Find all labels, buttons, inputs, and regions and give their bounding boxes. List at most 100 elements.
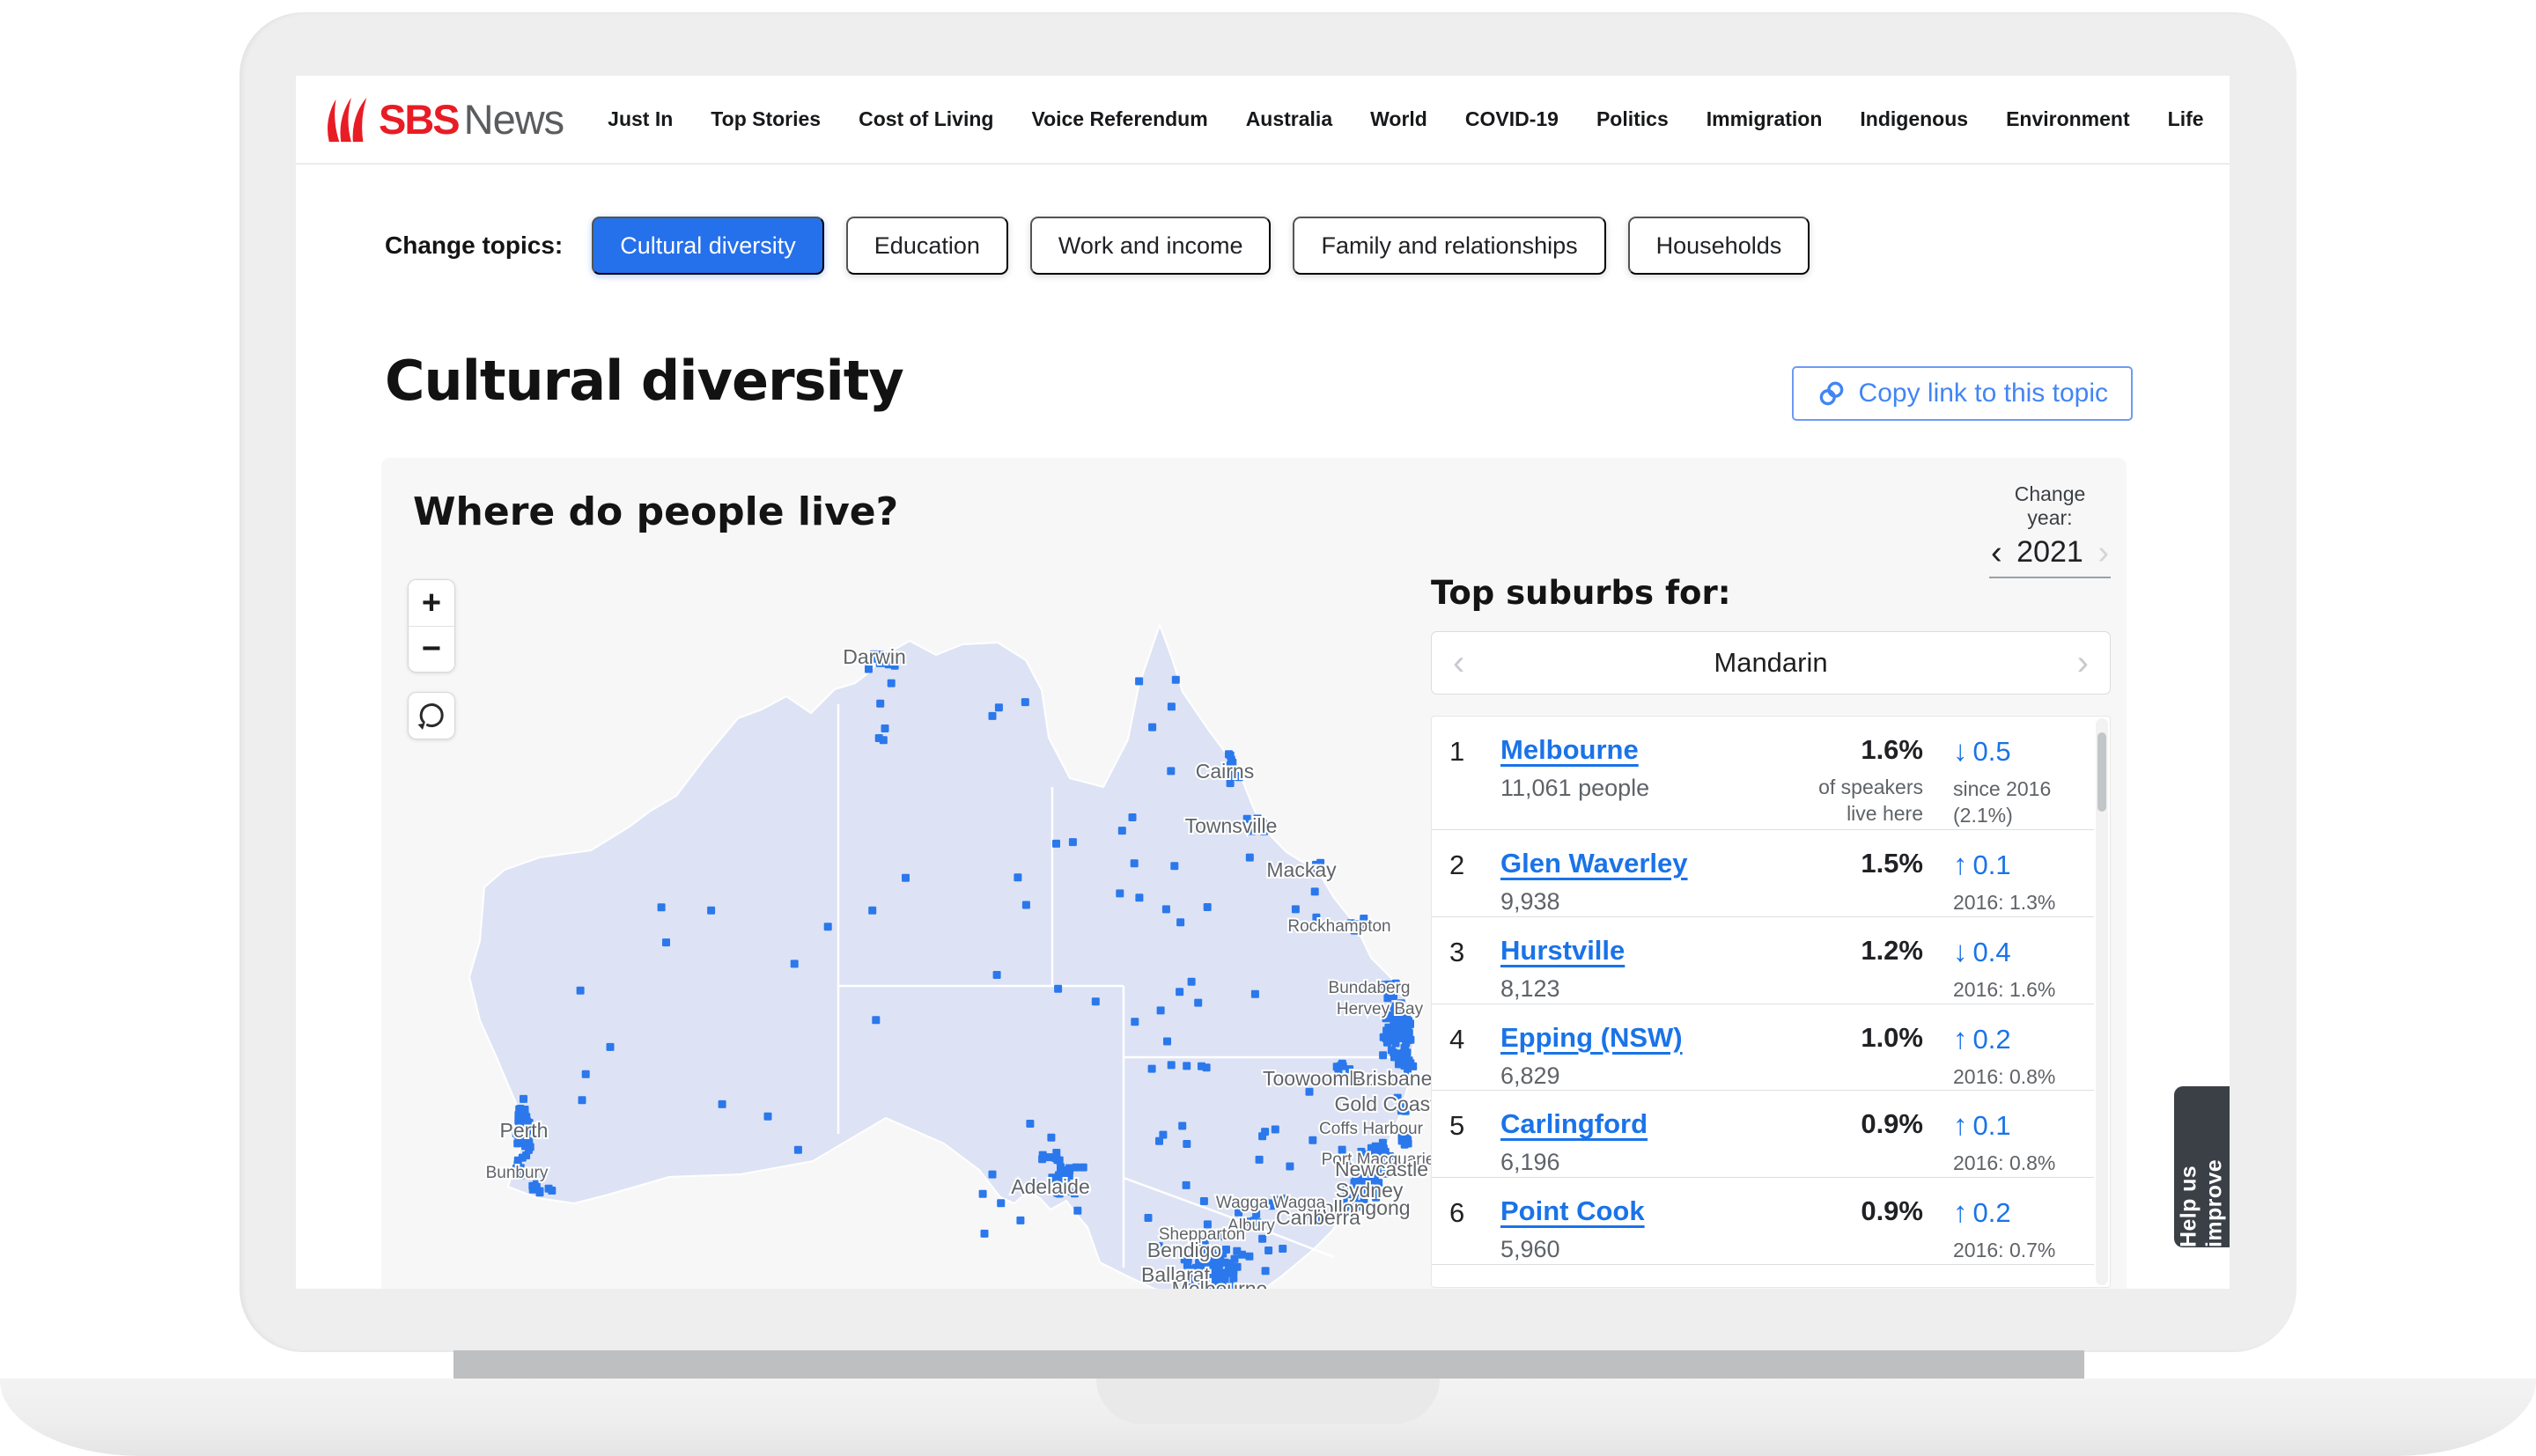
city-label-perth: Perth	[500, 1119, 549, 1142]
suburb-change-note: 2016: 1.6%	[1930, 977, 2089, 1004]
up-arrow-icon: ↑	[1953, 1022, 1968, 1055]
suburb-row-7: 7Chatswood5,9480.9%↓< 0.12016: 1.0%	[1432, 1264, 2094, 1288]
suburb-rank: 6	[1449, 1195, 1500, 1264]
change-year-label: Change year:	[1989, 482, 2111, 530]
nav-item-australia[interactable]: Australia	[1246, 107, 1332, 131]
laptop-mockup: SBS News Just In Top Stories Cost of Livin…	[0, 0, 2536, 1456]
nav-item-immigration[interactable]: Immigration	[1707, 107, 1823, 131]
year-control: Change year: ‹ 2021 ›	[1989, 482, 2111, 578]
suburb-link[interactable]: Carlingford	[1500, 1108, 1648, 1140]
up-arrow-icon: ↑	[1953, 1108, 1968, 1141]
suburb-link[interactable]: Epping (NSW)	[1500, 1022, 1683, 1054]
top-suburbs-heading: Top suburbs for:	[1431, 574, 2111, 612]
suburb-percent: 0.9%	[1798, 1108, 1930, 1140]
city-label-rockhampton: Rockhampton	[1287, 917, 1390, 936]
suburb-change: ↓0.4	[1930, 935, 2089, 968]
suburb-link[interactable]: Hurstville	[1500, 935, 1625, 967]
suburb-row-3: 3Hurstville 8,1231.2%↓0.4 2016: 1.6%	[1432, 916, 2094, 1004]
suburb-percent: 1.2%	[1798, 935, 1930, 967]
map-reset-button[interactable]	[408, 692, 455, 739]
sbs-news-logo[interactable]: SBS News	[322, 94, 564, 145]
nav-item-environment[interactable]: Environment	[2006, 107, 2130, 131]
map-zoom-in-button[interactable]: +	[409, 580, 454, 626]
year-prev-button[interactable]: ‹	[1991, 540, 2002, 565]
suburb-row-6: 6Point Cook5,9600.9%↑0.22016: 0.7%	[1432, 1177, 2094, 1264]
topic-button-family-and-relationships[interactable]: Family and relationships	[1293, 217, 1605, 275]
australia-landmass	[469, 625, 1413, 1289]
top-suburbs-panel: Top suburbs for: ‹ Mandarin › 1Melbourne…	[1431, 574, 2111, 1288]
suburb-change: ↑0.1	[1930, 1108, 2089, 1142]
nav-item-indigenous[interactable]: Indigenous	[1860, 107, 1968, 131]
suburb-change-note: since 2016 (2.1%)	[1930, 776, 2089, 829]
brand-news-text: News	[464, 95, 564, 143]
suburb-link[interactable]: Point Cook	[1500, 1195, 1645, 1227]
city-label-melbourne: Melbourne	[1172, 1277, 1268, 1289]
site-header: SBS News Just In Top Stories Cost of Livin…	[296, 76, 2230, 165]
city-label-gold-coast: Gold Coast	[1334, 1092, 1436, 1115]
nav-item-voice-referendum[interactable]: Voice Referendum	[1031, 107, 1207, 131]
scrollbar-thumb[interactable]	[2097, 732, 2106, 812]
suburb-link[interactable]: Chatswood	[1500, 1283, 1648, 1288]
suburb-rank: 7	[1449, 1283, 1500, 1288]
language-value: Mandarin	[1714, 647, 1827, 679]
topic-button-education[interactable]: Education	[846, 217, 1008, 275]
language-selector[interactable]: ‹ Mandarin ›	[1431, 631, 2111, 695]
topic-button-work-and-income[interactable]: Work and income	[1030, 217, 1272, 275]
nav-item-covid-19[interactable]: COVID-19	[1465, 107, 1559, 131]
map-zoom-out-button[interactable]: −	[409, 626, 454, 672]
where-people-live-card: Where do people live? Change year: ‹ 202…	[381, 458, 2127, 1289]
city-label-townsville: Townsville	[1185, 814, 1278, 837]
reset-view-icon	[416, 700, 447, 732]
suburb-rank: 3	[1449, 935, 1500, 1004]
city-label-brisbane: Brisbane	[1353, 1067, 1433, 1090]
suburb-row-4: 4Epping (NSW)6,8291.0%↑0.22016: 0.8%	[1432, 1004, 2094, 1091]
suburb-row-1: 1Melbourne11,061 people1.6%of speakers l…	[1432, 717, 2094, 829]
suburb-count: 6,196	[1500, 1149, 1798, 1176]
suburb-change-note: 2016: 0.8%	[1930, 1151, 2089, 1177]
australia-map[interactable]: DarwinCairnsTownsvilleMackayRockhamptonB…	[434, 606, 1438, 1289]
year-value: 2021	[2016, 535, 2083, 570]
suburb-rank: 5	[1449, 1108, 1500, 1177]
suburb-percent-note: of speakers live here	[1798, 775, 1930, 827]
suburb-percent: 1.5%	[1798, 848, 1930, 879]
year-next-button[interactable]: ›	[2097, 540, 2109, 565]
city-label-darwin: Darwin	[843, 645, 906, 668]
city-label-cairns: Cairns	[1196, 760, 1254, 783]
nav-item-politics[interactable]: Politics	[1596, 107, 1669, 131]
suburb-percent: 0.9%	[1798, 1283, 1930, 1288]
suburb-rank: 4	[1449, 1022, 1500, 1091]
map-controls: + −	[408, 579, 455, 739]
copy-link-button[interactable]: Copy link to this topic	[1792, 366, 2133, 421]
suburb-count: 8,123	[1500, 975, 1798, 1003]
city-label-newcastle: Newcastle	[1335, 1158, 1428, 1180]
nav-item-life[interactable]: Life	[2168, 107, 2204, 131]
topic-buttons: Cultural diversity Education Work and inco…	[592, 217, 1810, 275]
change-topics-label: Change topics:	[385, 232, 563, 260]
suburb-percent: 1.0%	[1798, 1022, 1930, 1054]
nav-item-world[interactable]: World	[1370, 107, 1427, 131]
down-arrow-icon: ↓	[1953, 935, 1968, 967]
city-label-hervey-bay: Hervey Bay	[1337, 1000, 1424, 1018]
up-arrow-icon: ↑	[1953, 848, 1968, 880]
card-title: Where do people live?	[413, 489, 898, 534]
language-next-button[interactable]: ›	[2077, 650, 2089, 676]
suburb-count: 5,960	[1500, 1236, 1798, 1263]
page-title: Cultural diversity	[385, 349, 903, 413]
laptop-hinge	[453, 1350, 2084, 1380]
suburb-percent: 1.6%	[1798, 734, 1930, 766]
topic-button-cultural-diversity[interactable]: Cultural diversity	[592, 217, 824, 275]
nav-item-top-stories[interactable]: Top Stories	[711, 107, 821, 131]
help-us-improve-tab[interactable]: Help us improve	[2174, 1086, 2230, 1247]
scrollbar-track[interactable]	[2096, 718, 2108, 1285]
suburb-link[interactable]: Melbourne	[1500, 734, 1639, 766]
browser-viewport: SBS News Just In Top Stories Cost of Livin…	[296, 76, 2230, 1289]
city-label-bundaberg: Bundaberg	[1329, 979, 1411, 997]
suburb-rank: 1	[1449, 734, 1500, 829]
nav-item-cost-of-living[interactable]: Cost of Living	[859, 107, 993, 131]
language-prev-button[interactable]: ‹	[1453, 650, 1464, 676]
suburb-link[interactable]: Glen Waverley	[1500, 848, 1688, 879]
down-arrow-icon: ↓	[1953, 1283, 1968, 1288]
nav-item-just-in[interactable]: Just In	[608, 107, 673, 131]
topic-button-households[interactable]: Households	[1628, 217, 1810, 275]
suburb-percent: 0.9%	[1798, 1195, 1930, 1227]
